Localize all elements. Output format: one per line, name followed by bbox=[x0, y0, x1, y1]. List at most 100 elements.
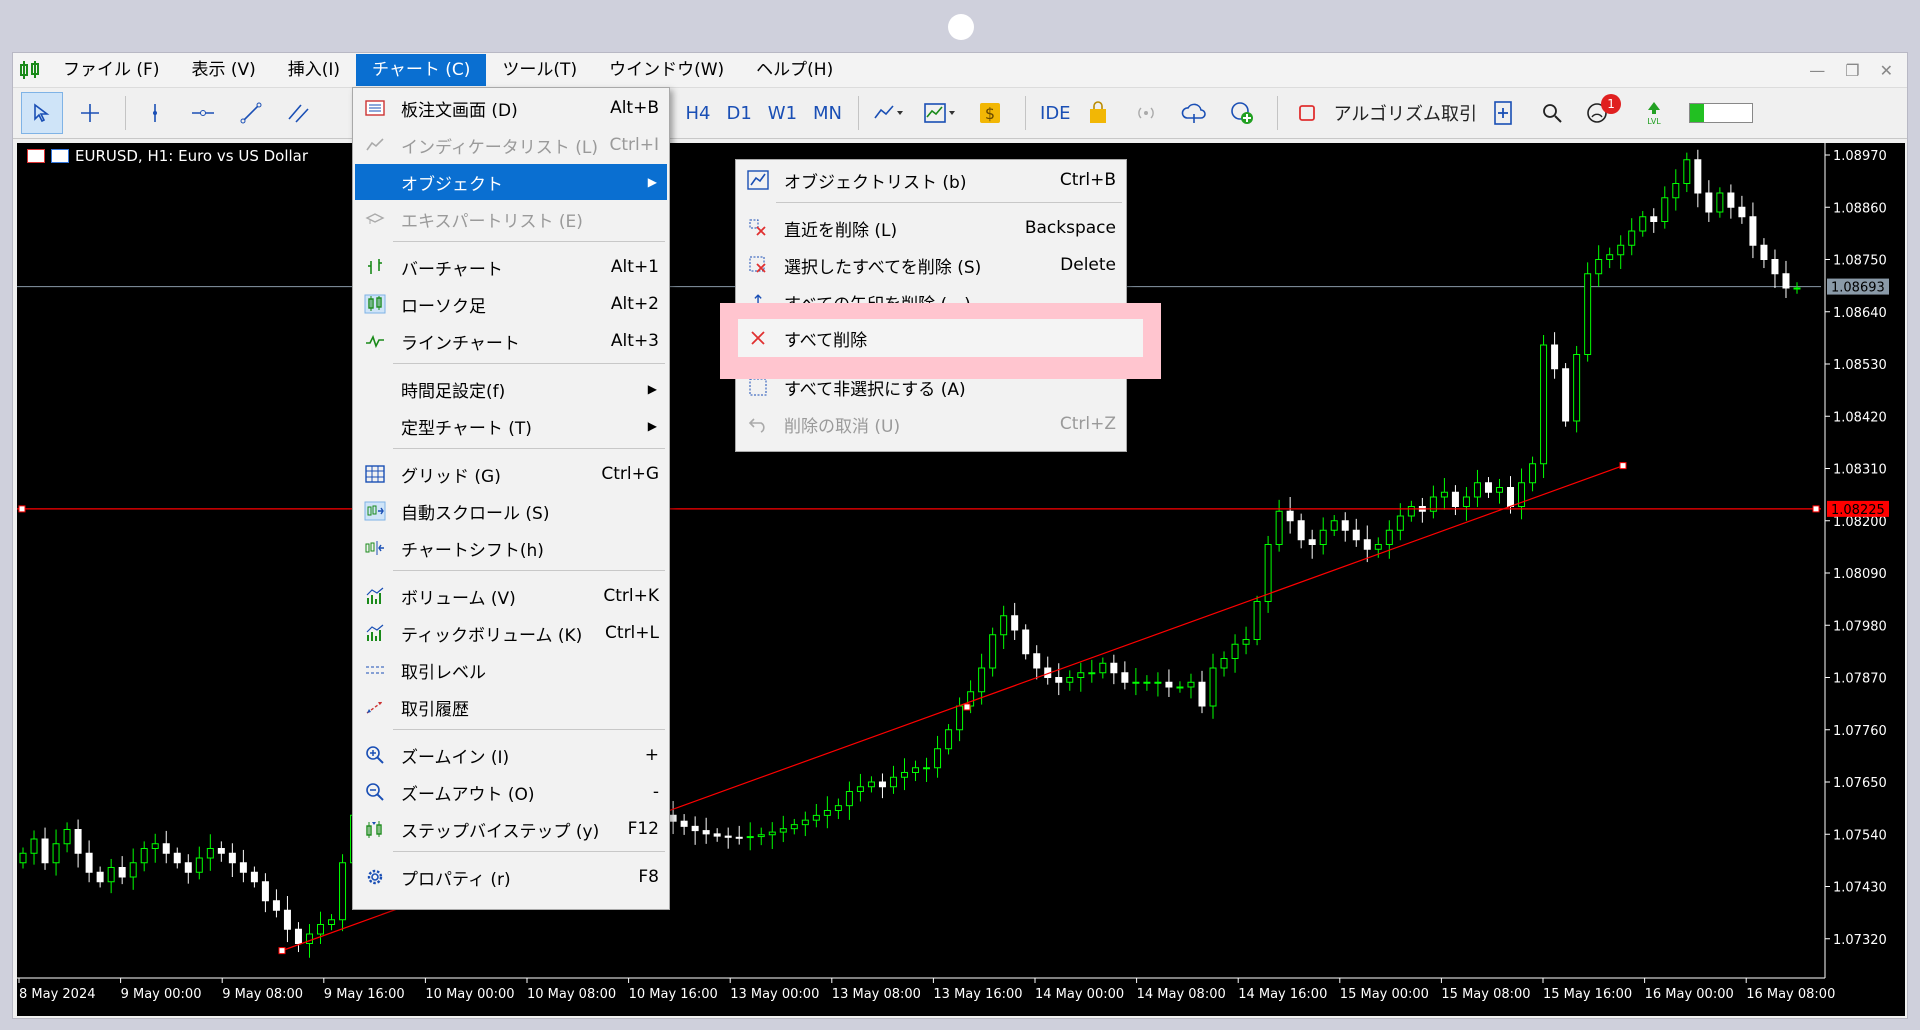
highlight-callout: すべて削除 bbox=[720, 303, 1161, 379]
menu-item-step-by-step[interactable]: ステップバイステップ (y) F12 bbox=[355, 811, 667, 847]
gear-icon bbox=[355, 867, 395, 887]
deselect-all-icon bbox=[738, 377, 778, 397]
menu-item-tick-volumes[interactable]: ティックボリューム (K) Ctrl+L bbox=[355, 615, 667, 651]
menu-item-delete-last[interactable]: 直近を削除 (L) Backspace bbox=[738, 210, 1124, 246]
market-bag-icon[interactable] bbox=[1077, 92, 1119, 134]
time-label: 13 May 00:00 bbox=[730, 987, 819, 1002]
menu-item-chart-shift[interactable]: チャートシフト(h) bbox=[355, 530, 667, 566]
ide-button[interactable]: IDE bbox=[1034, 92, 1077, 134]
one-click-trading-icon[interactable] bbox=[27, 149, 45, 163]
menu-item-delete-selected[interactable]: 選択したすべてを削除 (S) Delete bbox=[738, 247, 1124, 283]
new-order-icon[interactable] bbox=[1483, 92, 1525, 134]
menu-chart[interactable]: チャート (C) bbox=[356, 54, 487, 86]
candle-body bbox=[867, 781, 875, 788]
menu-item-line-chart[interactable]: ラインチャート Alt+3 bbox=[355, 323, 667, 359]
candle-body bbox=[978, 667, 986, 693]
indicators-icon[interactable] bbox=[917, 92, 963, 134]
menu-item-bar-chart[interactable]: バーチャート Alt+1 bbox=[355, 249, 667, 285]
menu-item-templates[interactable]: 定型チャート (T) ▶ bbox=[355, 408, 667, 444]
timeframe-d1[interactable]: D1 bbox=[718, 92, 759, 134]
signal-icon[interactable] bbox=[1125, 92, 1167, 134]
menu-help[interactable]: ヘルプ(H) bbox=[740, 54, 849, 86]
channel-icon[interactable] bbox=[278, 92, 320, 134]
candle-body bbox=[74, 829, 82, 854]
undo-icon bbox=[738, 415, 778, 433]
toolbar-separator bbox=[125, 96, 126, 130]
candle-body bbox=[956, 705, 964, 731]
trade-levels-icon bbox=[355, 662, 395, 678]
candle-body bbox=[1308, 539, 1316, 545]
menu-insert[interactable]: 挿入(I) bbox=[272, 54, 356, 86]
menu-item-auto-scroll[interactable]: 自動スクロール (S) bbox=[355, 493, 667, 529]
candle-body bbox=[1462, 496, 1470, 507]
menu-item-grid[interactable]: グリッド (G) Ctrl+G bbox=[355, 456, 667, 492]
candle-body bbox=[30, 838, 38, 854]
cursor-tool-icon[interactable] bbox=[21, 92, 63, 134]
minimize-icon[interactable]: — bbox=[1809, 61, 1825, 80]
menu-item-undo-delete[interactable]: 削除の取消 (U) Ctrl+Z bbox=[738, 406, 1124, 442]
menu-item-trade-history[interactable]: 取引履歴 bbox=[355, 689, 667, 725]
depth-of-market-icon bbox=[355, 100, 395, 116]
vps-icon[interactable] bbox=[1221, 92, 1263, 134]
candle-body bbox=[283, 909, 291, 930]
restore-icon[interactable]: ❐ bbox=[1845, 61, 1859, 80]
hline-anchor[interactable] bbox=[1812, 505, 1820, 513]
vertical-line-icon[interactable] bbox=[134, 92, 176, 134]
candle-body bbox=[1154, 681, 1162, 684]
menu-item-candlesticks[interactable]: ローソク足 Alt+2 bbox=[355, 286, 667, 322]
trendline-anchor[interactable] bbox=[1619, 462, 1627, 470]
chart-shift-icon bbox=[355, 539, 395, 557]
menu-item-objects[interactable]: オブジェクト ▶ bbox=[355, 164, 667, 200]
chart-menu-dropdown: 板注文画面 (D) Alt+B インディケータリスト (L) Ctrl+I オブ… bbox=[352, 87, 670, 910]
expert-hat-icon bbox=[355, 211, 395, 227]
candle-body bbox=[768, 831, 776, 836]
menu-tools[interactable]: ツール(T) bbox=[486, 54, 593, 86]
candlestick-icon bbox=[355, 294, 395, 314]
close-icon[interactable]: ✕ bbox=[1880, 61, 1893, 80]
chart-type-icon[interactable] bbox=[867, 92, 911, 134]
timeframe-h4[interactable]: H4 bbox=[677, 92, 718, 134]
candle-body bbox=[1000, 615, 1008, 636]
menu-view[interactable]: 表示 (V) bbox=[175, 54, 271, 86]
candle-body bbox=[1473, 482, 1481, 498]
hline-anchor[interactable] bbox=[18, 505, 26, 513]
menu-item-object-list[interactable]: オブジェクトリスト (b) Ctrl+B bbox=[738, 162, 1124, 198]
price-label: 1.08750 bbox=[1833, 254, 1887, 269]
dollar-icon[interactable]: $ bbox=[969, 92, 1011, 134]
algo-trading-button[interactable]: アルゴリズム取引 bbox=[1328, 92, 1483, 134]
menu-item-timeframes[interactable]: 時間足設定(f) ▶ bbox=[355, 371, 667, 407]
time-label: 8 May 2024 bbox=[19, 987, 96, 1002]
menu-item-volumes[interactable]: ボリューム (V) Ctrl+K bbox=[355, 578, 667, 614]
trendline-anchor[interactable] bbox=[278, 947, 286, 955]
menu-item-zoom-in[interactable]: ズームイン (I) + bbox=[355, 737, 667, 773]
menu-window[interactable]: ウインドウ(W) bbox=[593, 54, 740, 86]
candle-body bbox=[96, 871, 104, 883]
menu-item-trade-levels[interactable]: 取引レベル bbox=[355, 652, 667, 688]
menu-item-indicator-list[interactable]: インディケータリスト (L) Ctrl+I bbox=[355, 127, 667, 163]
cloud-icon[interactable] bbox=[1173, 92, 1215, 134]
menu-item-properties[interactable]: プロパティ (r) F8 bbox=[355, 859, 667, 895]
time-label: 10 May 00:00 bbox=[425, 987, 514, 1002]
candle-body bbox=[217, 848, 225, 854]
candle-body bbox=[1672, 183, 1680, 199]
timeframe-w1[interactable]: W1 bbox=[760, 92, 805, 134]
time-label: 10 May 08:00 bbox=[527, 987, 616, 1002]
menu-item-delete-all[interactable]: すべて削除 bbox=[738, 319, 1143, 357]
menu-item-expert-list[interactable]: エキスパートリスト (E) bbox=[355, 201, 667, 237]
menu-file[interactable]: ファイル (F) bbox=[47, 54, 175, 86]
menu-item-depth-of-market[interactable]: 板注文画面 (D) Alt+B bbox=[355, 90, 667, 126]
horizontal-line-icon[interactable] bbox=[182, 92, 224, 134]
timeframe-mn[interactable]: MN bbox=[805, 92, 850, 134]
level-icon: LVL bbox=[1633, 92, 1675, 134]
trendline-anchor[interactable] bbox=[963, 703, 971, 711]
time-label: 9 May 16:00 bbox=[324, 987, 405, 1002]
candle-body bbox=[1330, 520, 1338, 531]
candle-body bbox=[1033, 653, 1041, 669]
notifications-icon[interactable]: 1 bbox=[1579, 92, 1627, 134]
crosshair-tool-icon[interactable] bbox=[69, 92, 111, 134]
menu-item-zoom-out[interactable]: ズームアウト (O) - bbox=[355, 774, 667, 810]
trend-line-icon[interactable] bbox=[230, 92, 272, 134]
level-progress-bar bbox=[1689, 103, 1754, 123]
candle-body bbox=[107, 867, 115, 883]
search-icon[interactable] bbox=[1531, 92, 1573, 134]
